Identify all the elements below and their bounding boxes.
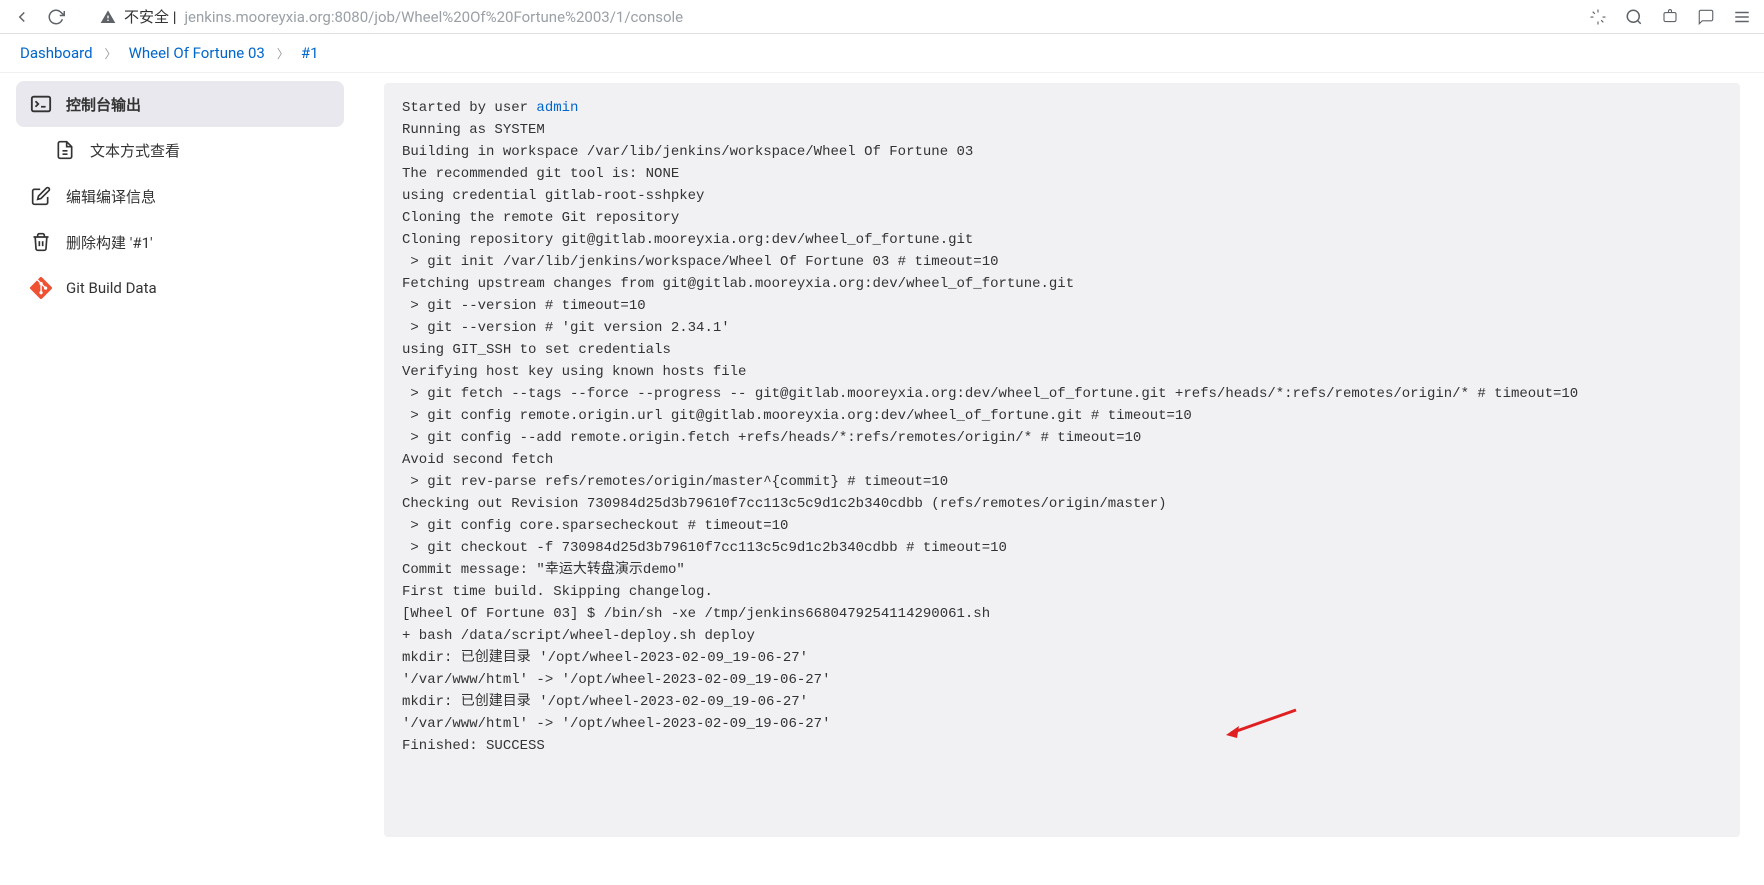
console-line: using credential gitlab-root-sshpkey [402,185,1722,207]
edit-icon [30,185,52,207]
console-line: > git --version # 'git version 2.34.1' [402,317,1722,339]
sidebar-item-view-as-text[interactable]: 文本方式查看 [16,127,344,173]
sidebar-item-delete-build[interactable]: 删除构建 '#1' [16,219,344,265]
sync-icon[interactable] [1588,7,1608,27]
breadcrumb: Dashboard 〉 Wheel Of Fortune 03 〉 #1 [0,34,1764,73]
started-by-text: Started by user [402,100,536,116]
insecure-icon [100,9,116,25]
extension-icon[interactable] [1660,7,1680,27]
console-output: Started by user adminRunning as SYSTEMBu… [384,83,1740,837]
content-area: Started by user adminRunning as SYSTEMBu… [360,73,1764,877]
address-bar[interactable]: 不安全 | jenkins.mooreyxia.org:8080/job/Whe… [80,6,1574,27]
console-line: > git config remote.origin.url git@gitla… [402,405,1722,427]
console-line: Commit message: "幸运大转盘演示demo" [402,559,1722,581]
console-line: Cloning repository git@gitlab.mooreyxia.… [402,229,1722,251]
sidebar-item-console-output[interactable]: 控制台输出 [16,81,344,127]
console-line: Running as SYSTEM [402,119,1722,141]
console-line: > git init /var/lib/jenkins/workspace/Wh… [402,251,1722,273]
console-line: First time build. Skipping changelog. [402,581,1722,603]
console-line: > git checkout -f 730984d25d3b79610f7cc1… [402,537,1722,559]
console-line: > git config --add remote.origin.fetch +… [402,427,1722,449]
document-icon [54,139,76,161]
menu-icon[interactable] [1732,7,1752,27]
breadcrumb-build[interactable]: #1 [301,44,319,62]
console-line: [Wheel Of Fortune 03] $ /bin/sh -xe /tmp… [402,603,1722,625]
sidebar-item-label: Git Build Data [66,279,157,297]
url-text: jenkins.mooreyxia.org:8080/job/Wheel%20O… [184,8,683,26]
chevron-right-icon: 〉 [277,45,289,62]
url-security-label: 不安全 | [124,6,176,27]
sidebar-item-label: 编辑编译信息 [66,186,156,207]
console-line: Avoid second fetch [402,449,1722,471]
console-line: The recommended git tool is: NONE [402,163,1722,185]
search-icon[interactable] [1624,7,1644,27]
console-line: mkdir: 已创建目录 '/opt/wheel-2023-02-09_19-0… [402,647,1722,669]
sidebar: 控制台输出 文本方式查看 编辑编译信息 删除构建 '#1' Git Build … [0,73,360,877]
console-line: Checking out Revision 730984d25d3b79610f… [402,493,1722,515]
breadcrumb-dashboard[interactable]: Dashboard [20,44,93,62]
sidebar-item-label: 控制台输出 [66,94,141,115]
console-line: Building in workspace /var/lib/jenkins/w… [402,141,1722,163]
console-line: using GIT_SSH to set credentials [402,339,1722,361]
console-line: Started by user admin [402,97,1722,119]
browser-toolbar: 不安全 | jenkins.mooreyxia.org:8080/job/Whe… [0,0,1764,34]
console-line: '/var/www/html' -> '/opt/wheel-2023-02-0… [402,713,1722,735]
console-line: mkdir: 已创建目录 '/opt/wheel-2023-02-09_19-0… [402,691,1722,713]
console-line: > git config core.sparsecheckout # timeo… [402,515,1722,537]
breadcrumb-job[interactable]: Wheel Of Fortune 03 [129,44,265,62]
console-line: Verifying host key using known hosts fil… [402,361,1722,383]
chevron-right-icon: 〉 [105,45,117,62]
user-link[interactable]: admin [536,100,578,116]
trash-icon [30,231,52,253]
sidebar-item-edit-build-info[interactable]: 编辑编译信息 [16,173,344,219]
sidebar-item-git-build-data[interactable]: Git Build Data [16,265,344,311]
console-line: Cloning the remote Git repository [402,207,1722,229]
back-icon[interactable] [12,7,32,27]
terminal-icon [30,93,52,115]
console-line: + bash /data/script/wheel-deploy.sh depl… [402,625,1722,647]
console-line: > git --version # timeout=10 [402,295,1722,317]
chat-icon[interactable] [1696,7,1716,27]
console-line: '/var/www/html' -> '/opt/wheel-2023-02-0… [402,669,1722,691]
git-icon [30,277,52,299]
sidebar-item-label: 文本方式查看 [90,140,180,161]
console-line: > git rev-parse refs/remotes/origin/mast… [402,471,1722,493]
refresh-icon[interactable] [46,7,66,27]
sidebar-item-label: 删除构建 '#1' [66,232,153,253]
console-line: > git fetch --tags --force --progress --… [402,383,1722,405]
console-line: Finished: SUCCESS [402,735,1722,757]
console-line: Fetching upstream changes from git@gitla… [402,273,1722,295]
